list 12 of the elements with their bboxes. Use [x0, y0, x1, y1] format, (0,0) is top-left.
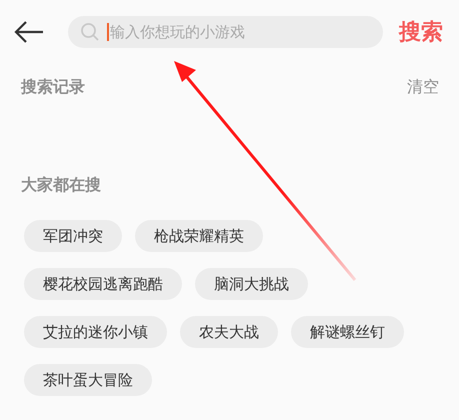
search-tag[interactable]: 解谜螺丝钉	[291, 316, 404, 348]
search-tag[interactable]: 军团冲突	[24, 220, 122, 252]
search-tag[interactable]: 枪战荣耀精英	[135, 220, 263, 252]
search-tag[interactable]: 茶叶蛋大冒险	[24, 364, 152, 396]
search-tag[interactable]: 脑洞大挑战	[195, 268, 308, 300]
section-title: 搜索记录	[21, 77, 85, 98]
back-arrow-icon[interactable]	[14, 21, 44, 43]
search-tag[interactable]: 艾拉的迷你小镇	[24, 316, 167, 348]
search-tag[interactable]: 农夫大战	[180, 316, 278, 348]
section-title: 大家都在搜	[21, 175, 101, 196]
search-tag[interactable]: 樱花校园逃离跑酷	[24, 268, 182, 300]
search-field[interactable]: 输入你想玩的小游戏	[68, 16, 383, 48]
